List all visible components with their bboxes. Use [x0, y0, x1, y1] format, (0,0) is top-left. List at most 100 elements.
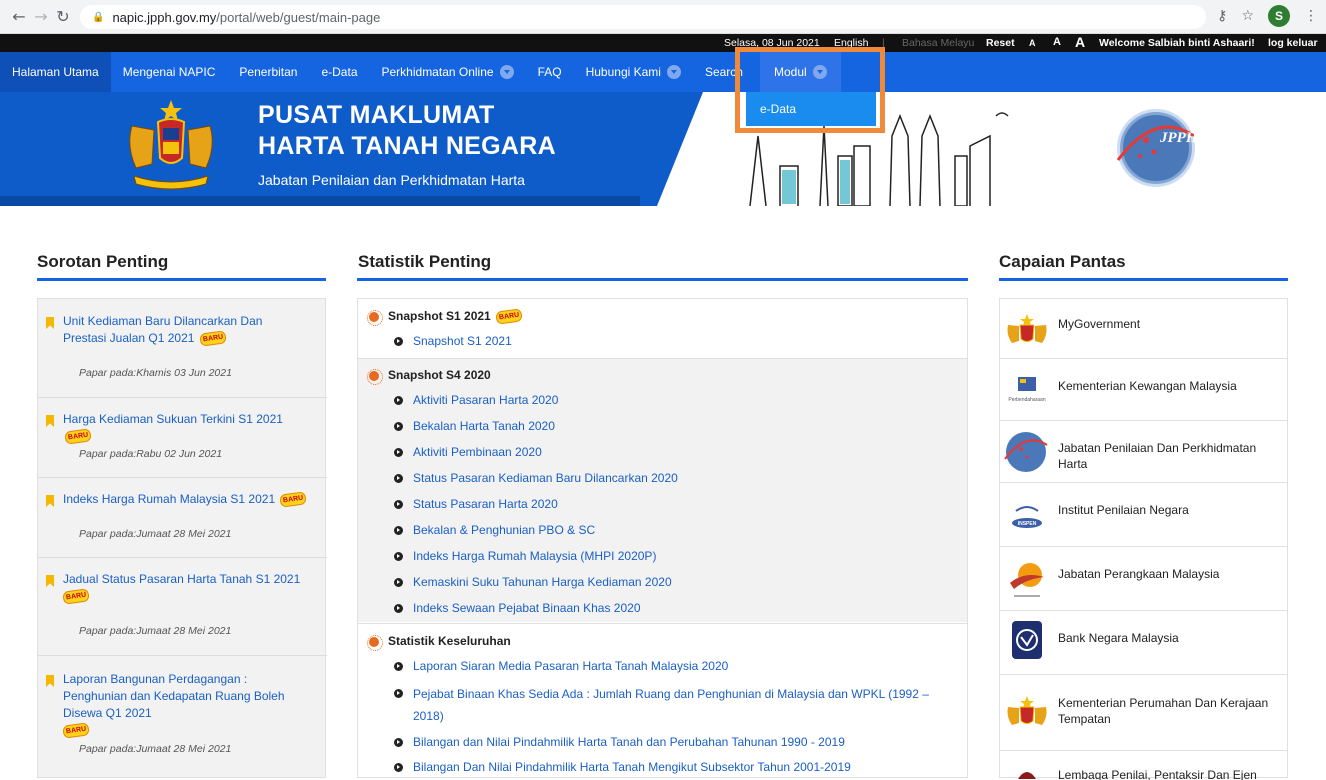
chevron-down-icon [499, 65, 514, 79]
news-item[interactable]: Laporan Bangunan Perdagangan : Penghunia… [38, 671, 327, 755]
quick-link-kementerian-kewangan[interactable]: Perbendaharaan Kementerian Kewangan Mala… [1000, 359, 1287, 421]
nav-label: Hubungi Kami [585, 65, 661, 79]
quick-link-inspen[interactable]: INSPEN Institut Penilaian Negara [1000, 483, 1287, 547]
nav-faq[interactable]: FAQ [526, 52, 574, 92]
lang-malay-link[interactable]: Bahasa Melayu [902, 37, 974, 49]
stat-link-text[interactable]: Indeks Harga Rumah Malaysia (MHPI 2020P) [413, 547, 956, 566]
address-bar[interactable]: 🔒 napic.jpph.gov.my/portal/web/guest/mai… [80, 5, 1206, 29]
quick-link-label[interactable]: Kementerian Kewangan Malaysia [1058, 378, 1286, 394]
url-host: napic.jpph.gov.my [112, 9, 217, 25]
nav-hubungi-kami[interactable]: Hubungi Kami [574, 52, 693, 92]
bookmark-flag-icon [46, 495, 54, 507]
nav-label: FAQ [537, 65, 562, 79]
nav-halaman-utama[interactable]: Halaman Utama [0, 52, 111, 92]
stat-link-text[interactable]: Bekalan Harta Tanah 2020 [413, 417, 956, 436]
stat-link-text[interactable]: Bekalan & Penghunian PBO & SC [413, 521, 956, 540]
stat-link[interactable]: Snapshot S1 2021 [394, 332, 956, 351]
star-icon[interactable]: ☆ [1241, 8, 1254, 24]
nav-e-data[interactable]: e-Data [309, 52, 369, 92]
quick-link-label[interactable]: Kementerian Perumahan Dan Kerajaan Tempa… [1058, 695, 1286, 727]
quick-link-dosm[interactable]: Jabatan Perangkaan Malaysia [1000, 547, 1287, 611]
stat-link-text[interactable]: Bilangan dan Nilai Pindahmilik Harta Tan… [413, 733, 956, 752]
inspen-logo-icon: INSPEN [1012, 506, 1042, 528]
arrow-right-icon[interactable]: → [30, 7, 52, 26]
news-item[interactable]: Indeks Harga Rumah Malaysia S1 2021 BARU… [38, 491, 327, 558]
stat-link[interactable]: Aktiviti Pembinaan 2020 [394, 443, 956, 462]
stat-link-text[interactable]: Bilangan Dan Nilai Pindahmilik Harta Tan… [413, 758, 956, 777]
banner-title: PUSAT MAKLUMAT HARTA TANAH NEGARA [258, 100, 556, 162]
reset-font-link[interactable]: Reset [986, 37, 1015, 49]
stat-link[interactable]: Aktiviti Pasaran Harta 2020 [394, 391, 956, 410]
avatar[interactable]: S [1268, 5, 1290, 27]
font-large-link[interactable]: A [1075, 34, 1085, 50]
news-title[interactable]: Unit Kediaman Baru Dilancarkan Dan Prest… [63, 314, 262, 345]
jpph-logo-text: JPPH [1159, 130, 1199, 146]
quick-link-mygovernment[interactable]: MyGovernment [1000, 299, 1287, 359]
stat-link[interactable]: Kemaskini Suku Tahunan Harga Kediaman 20… [394, 573, 956, 592]
reload-icon[interactable]: ↻ [52, 7, 74, 26]
quick-link-label[interactable]: Lembaga Penilai, Pentaksir Dan Ejen Hart… [1058, 767, 1286, 780]
stat-link[interactable]: Pejabat Binaan Khas Sedia Ada : Jumlah R… [394, 683, 956, 727]
browser-toolbar: ← → ↻ 🔒 napic.jpph.gov.my/portal/web/gue… [0, 0, 1326, 34]
nav-modul[interactable]: Modul [759, 52, 841, 92]
capaian-panel: MyGovernment Perbendaharaan Kementerian … [999, 298, 1288, 780]
statistik-rule [357, 278, 968, 281]
stat-link[interactable]: Laporan Siaran Media Pasaran Harta Tanah… [394, 657, 956, 676]
news-item[interactable]: Jadual Status Pasaran Harta Tanah S1 202… [38, 571, 327, 656]
main-navigation: Halaman Utama Mengenai NAPIC Penerbitan … [0, 52, 1326, 92]
quick-link-label[interactable]: Institut Penilaian Negara [1058, 502, 1286, 518]
stat-link[interactable]: Status Pasaran Harta 2020 [394, 495, 956, 514]
quick-link-label[interactable]: MyGovernment [1058, 316, 1286, 332]
font-small-link[interactable]: A [1029, 38, 1036, 48]
stat-link[interactable]: Bekalan & Penghunian PBO & SC [394, 521, 956, 540]
sun-bullet-icon [367, 369, 383, 385]
sun-bullet-icon [367, 310, 383, 326]
stat-link-text[interactable]: Laporan Siaran Media Pasaran Harta Tanah… [413, 657, 956, 676]
logout-link[interactable]: log keluar [1268, 37, 1318, 49]
circle-arrow-icon [394, 396, 403, 405]
nav-perkhidmatan-online[interactable]: Perkhidmatan Online [370, 52, 526, 92]
news-title[interactable]: Laporan Bangunan Perdagangan : Penghunia… [63, 672, 285, 720]
nav-mengenai-napic[interactable]: Mengenai NAPIC [111, 52, 228, 92]
quick-link-label[interactable]: Jabatan Penilaian Dan Perkhidmatan Harta [1058, 440, 1286, 472]
stat-link[interactable]: Bilangan dan Nilai Pindahmilik Harta Tan… [394, 733, 956, 752]
chevron-down-icon [812, 65, 827, 79]
news-item[interactable]: Harga Kediaman Sukuan Terkini S1 2021 BA… [38, 411, 327, 478]
quick-link-jpph[interactable]: Jabatan Penilaian Dan Perkhidmatan Harta [1000, 421, 1287, 483]
stat-link[interactable]: Indeks Sewaan Pejabat Binaan Khas 2020 [394, 599, 956, 618]
stat-link-text[interactable]: Snapshot S1 2021 [413, 332, 956, 351]
banner-title-line2: HARTA TANAH NEGARA [258, 132, 556, 160]
more-vert-icon[interactable]: ⋮ [1304, 8, 1318, 24]
stat-link-text[interactable]: Aktiviti Pembinaan 2020 [413, 443, 956, 462]
quick-link-kpkt[interactable]: Kementerian Perumahan Dan Kerajaan Tempa… [1000, 675, 1287, 751]
jpph-globe-logo-icon: JPPH [1116, 109, 1199, 187]
stat-link[interactable]: Status Pasaran Kediaman Baru Dilancarkan… [394, 469, 956, 488]
quick-link-label[interactable]: Jabatan Perangkaan Malaysia [1058, 566, 1286, 582]
quick-link-lppeh[interactable]: Lembaga Penilai, Pentaksir Dan Ejen Hart… [1000, 751, 1287, 780]
stat-link[interactable]: Bekalan Harta Tanah 2020 [394, 417, 956, 436]
stat-link-text[interactable]: Status Pasaran Kediaman Baru Dilancarkan… [413, 469, 956, 488]
stat-link[interactable]: Indeks Harga Rumah Malaysia (MHPI 2020P) [394, 547, 956, 566]
quick-link-label[interactable]: Bank Negara Malaysia [1058, 630, 1286, 646]
stat-link-text[interactable]: Pejabat Binaan Khas Sedia Ada : Jumlah R… [413, 683, 956, 727]
news-title[interactable]: Harga Kediaman Sukuan Terkini S1 2021 [63, 412, 283, 426]
stat-link-text[interactable]: Aktiviti Pasaran Harta 2020 [413, 391, 956, 410]
lang-english-link[interactable]: English [834, 37, 868, 49]
dropdown-item-e-data[interactable]: e-Data [746, 92, 876, 126]
stat-link-text[interactable]: Kemaskini Suku Tahunan Harga Kediaman 20… [413, 573, 956, 592]
circle-arrow-icon [394, 448, 403, 457]
font-medium-link[interactable]: A [1053, 36, 1061, 48]
news-title[interactable]: Indeks Harga Rumah Malaysia S1 2021 [63, 492, 275, 506]
nav-search[interactable]: Search [693, 52, 755, 92]
quick-link-bnm[interactable]: Bank Negara Malaysia [1000, 611, 1287, 675]
key-icon[interactable]: ⚷ [1217, 8, 1227, 24]
circle-arrow-icon [394, 763, 403, 772]
stat-link[interactable]: Bilangan Dan Nilai Pindahmilik Harta Tan… [394, 758, 956, 777]
news-title[interactable]: Jadual Status Pasaran Harta Tanah S1 202… [63, 572, 300, 586]
stat-link-text[interactable]: Status Pasaran Harta 2020 [413, 495, 956, 514]
arrow-left-icon[interactable]: ← [8, 7, 30, 26]
news-item[interactable]: Unit Kediaman Baru Dilancarkan Dan Prest… [38, 313, 327, 398]
stat-link-text[interactable]: Indeks Sewaan Pejabat Binaan Khas 2020 [413, 599, 956, 618]
nav-penerbitan[interactable]: Penerbitan [227, 52, 309, 92]
circle-arrow-icon [394, 337, 403, 346]
